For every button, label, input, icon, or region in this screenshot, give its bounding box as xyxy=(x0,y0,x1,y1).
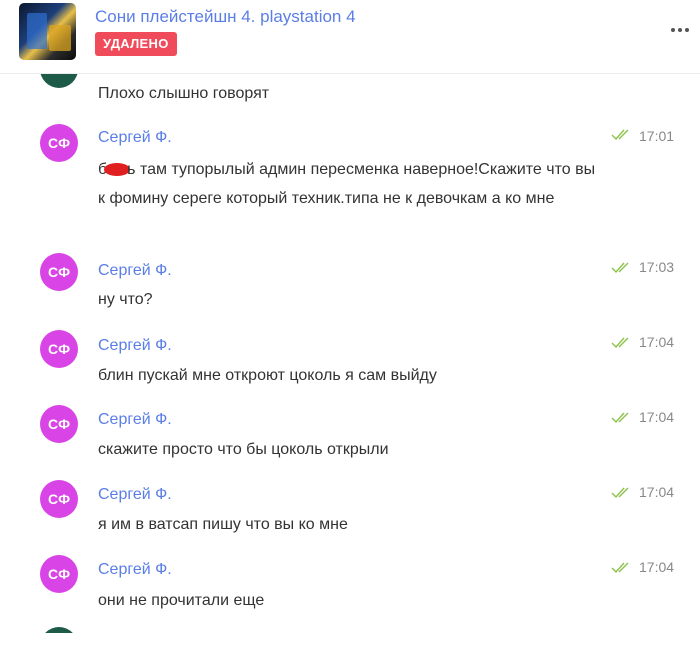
sender-name[interactable]: Сергей Ф. xyxy=(98,486,172,504)
listing-title[interactable]: Сони плейстейшн 4. playstation 4 xyxy=(95,7,356,27)
read-check-icon xyxy=(611,128,633,141)
avatar[interactable]: СФ xyxy=(40,480,78,518)
read-check-icon xyxy=(611,336,633,349)
chat-header: Сони плейстейшн 4. playstation 4 УДАЛЕНО xyxy=(0,0,700,74)
sender-name[interactable]: Сергей Ф. xyxy=(98,129,172,147)
avatar[interactable]: СФ xyxy=(40,124,78,162)
text-body: ь там тупорылый админ пересменка наверно… xyxy=(98,161,596,207)
message-time: 17:01 xyxy=(639,128,675,144)
more-horizontal-icon[interactable] xyxy=(668,18,692,42)
sender-name[interactable]: Сергей Ф. xyxy=(98,561,172,579)
message-text: бь там тупорылый админ пересменка наверн… xyxy=(98,155,603,213)
message-time: 17:04 xyxy=(639,484,675,500)
message-text: блин пускай мне откроют цоколь я сам вый… xyxy=(98,367,437,384)
message-text: скажите просто что бы цоколь открыли xyxy=(98,441,389,458)
sender-name[interactable]: Сергей Ф. xyxy=(98,337,172,355)
read-check-icon xyxy=(611,261,633,274)
listing-thumbnail[interactable] xyxy=(19,3,76,60)
message-text: я им в ватсап пишу что вы ко мне xyxy=(98,516,348,533)
message-text: ну что? xyxy=(98,291,153,308)
read-check-icon xyxy=(611,411,633,424)
sender-name[interactable]: Сергей Ф. xyxy=(98,411,172,429)
message-text: они не прочитали еще xyxy=(98,592,265,609)
message-time: 17:04 xyxy=(639,334,675,350)
message-text: Плохо слышно говорят xyxy=(98,85,270,102)
avatar[interactable]: СФ xyxy=(40,253,78,291)
message-time: 17:04 xyxy=(639,559,675,575)
sender-name[interactable]: Сергей Ф. xyxy=(98,262,172,280)
status-badge: УДАЛЕНО xyxy=(95,32,177,56)
read-check-icon xyxy=(611,486,633,499)
message-time: 17:04 xyxy=(639,409,675,425)
avatar[interactable]: СФ xyxy=(40,405,78,443)
avatar[interactable]: СФ xyxy=(40,555,78,593)
read-check-icon xyxy=(611,561,633,574)
avatar[interactable]: СФ xyxy=(40,330,78,368)
message-time: 17:03 xyxy=(639,259,675,275)
